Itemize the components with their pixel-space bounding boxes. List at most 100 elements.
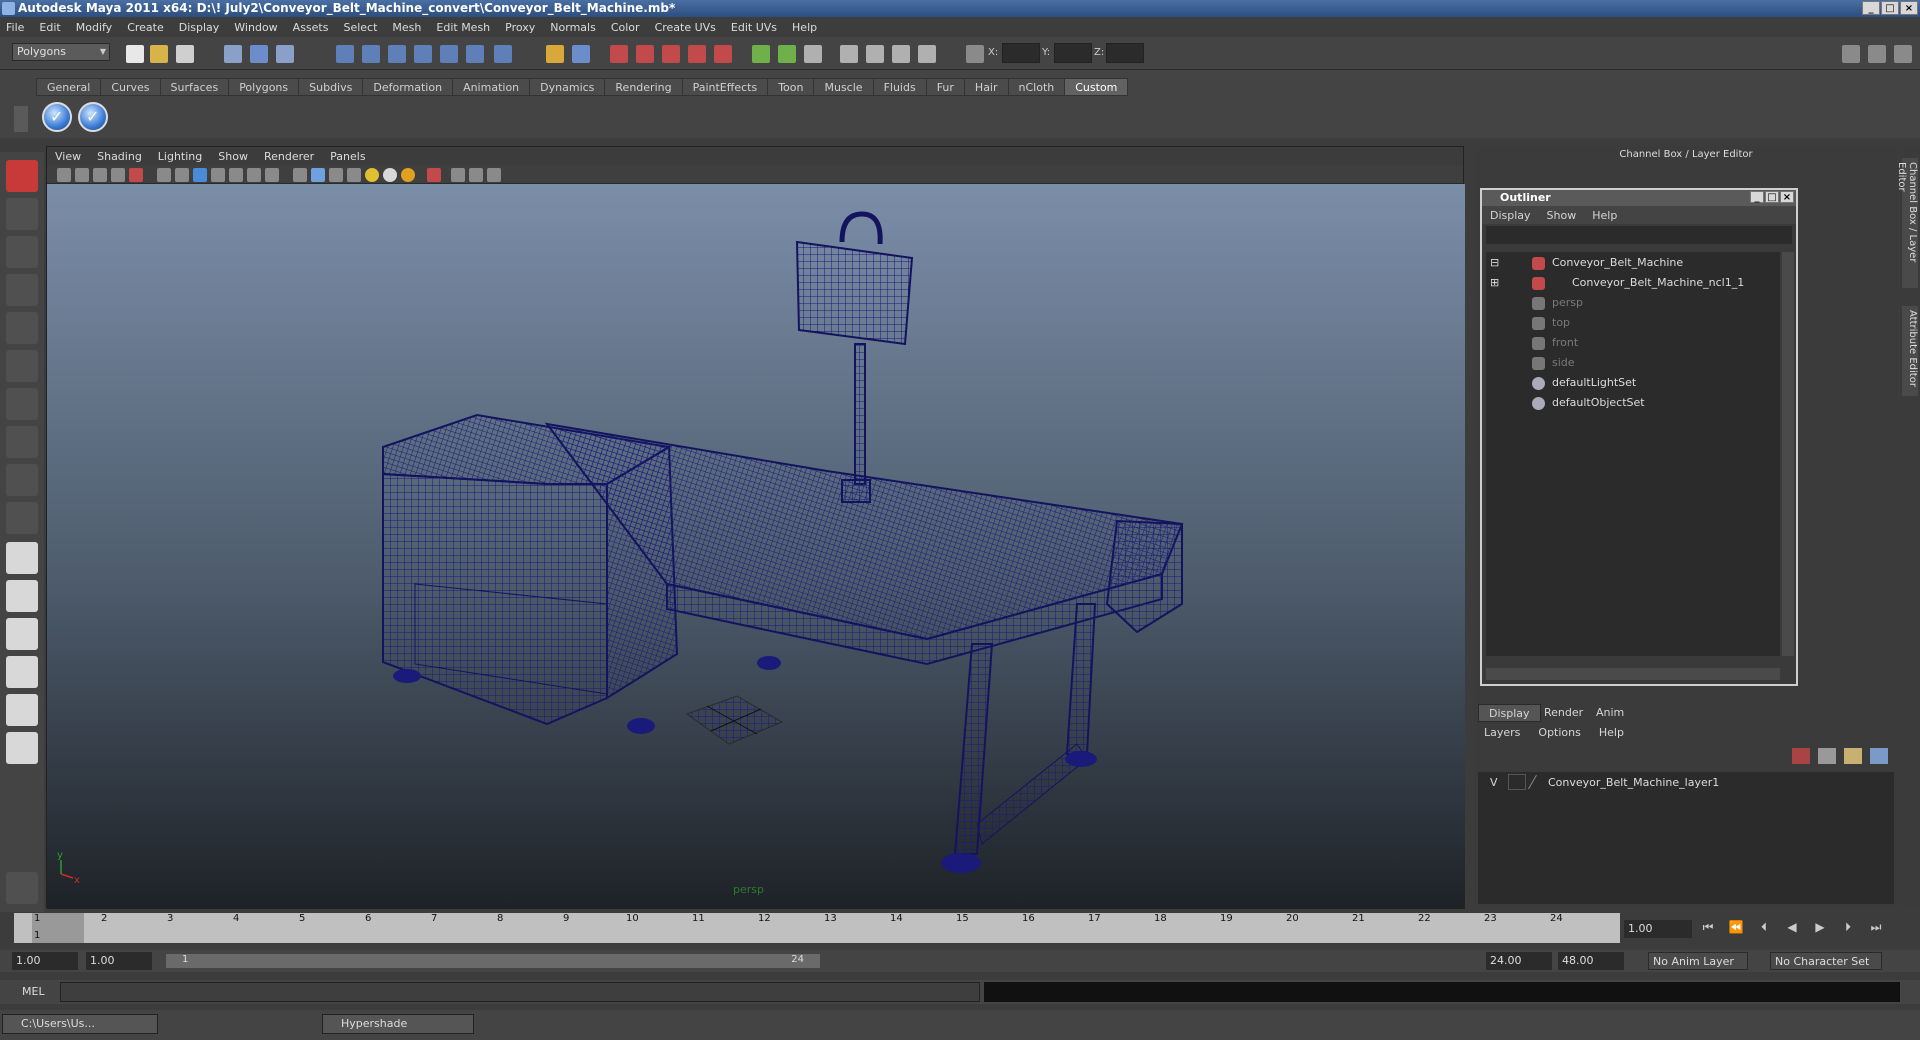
- x-input[interactable]: [1002, 43, 1040, 63]
- safe-title-icon[interactable]: [265, 168, 279, 182]
- layout-single-icon[interactable]: [1842, 45, 1860, 63]
- gate-mask-icon[interactable]: [211, 168, 225, 182]
- construction-history-icon[interactable]: [546, 45, 564, 63]
- viewport-menu-panels[interactable]: Panels: [330, 150, 365, 163]
- channel-box-toggle-icon[interactable]: [778, 45, 796, 63]
- film-gate-icon[interactable]: [175, 168, 189, 182]
- z-input[interactable]: [1106, 43, 1144, 63]
- outliner-horizontal-scrollbar[interactable]: [1486, 668, 1780, 680]
- safe-action-icon[interactable]: [247, 168, 261, 182]
- persp-graph-layout-icon[interactable]: [6, 656, 38, 688]
- menuset-dropdown[interactable]: Polygons: [12, 43, 110, 61]
- minimize-button[interactable]: _: [1862, 1, 1880, 15]
- all-lights-icon[interactable]: [383, 168, 397, 182]
- shelf-tab-polygons[interactable]: Polygons: [228, 78, 300, 96]
- menu-display[interactable]: Display: [179, 21, 220, 34]
- wireframe-icon[interactable]: [293, 168, 307, 182]
- layout-four-icon[interactable]: [1868, 45, 1886, 63]
- step-forward-key-icon[interactable]: ⏵: [1838, 920, 1858, 938]
- select-tool-icon[interactable]: [6, 160, 38, 192]
- menu-normals[interactable]: Normals: [550, 21, 596, 34]
- absolute-transform-icon[interactable]: [966, 45, 984, 63]
- menu-help[interactable]: Help: [792, 21, 817, 34]
- select-object-icon[interactable]: [250, 45, 268, 63]
- side-tab-attribute-editor[interactable]: Attribute Editor: [1902, 306, 1918, 396]
- shelf-tab-painteffects[interactable]: PaintEffects: [681, 78, 769, 96]
- time-slider[interactable]: 1 1 2 3 4 5 6 7 8 9 10 11 12 13 14 15 16…: [14, 913, 1620, 943]
- camera-select-icon[interactable]: [75, 168, 89, 182]
- play-backward-icon[interactable]: ◀: [1782, 920, 1802, 938]
- menu-edit-uvs[interactable]: Edit UVs: [731, 21, 777, 34]
- layer-sort-icon[interactable]: [1844, 748, 1862, 764]
- render-view-icon[interactable]: [688, 45, 706, 63]
- step-back-key-icon[interactable]: ⏴: [1754, 920, 1774, 938]
- step-back-icon[interactable]: ⏪: [1726, 920, 1746, 938]
- grid-icon[interactable]: [157, 168, 171, 182]
- menu-select[interactable]: Select: [343, 21, 377, 34]
- menu-color[interactable]: Color: [611, 21, 640, 34]
- anim-layer-dropdown[interactable]: No Anim Layer: [1648, 952, 1748, 970]
- layer-tab-anim[interactable]: Anim: [1586, 704, 1634, 722]
- new-layer-icon[interactable]: [1792, 748, 1810, 764]
- menu-proxy[interactable]: Proxy: [505, 21, 535, 34]
- menu-edit-mesh[interactable]: Edit Mesh: [436, 21, 490, 34]
- menu-window[interactable]: Window: [234, 21, 277, 34]
- graph-editor-icon[interactable]: [892, 45, 910, 63]
- layer-color-swatch[interactable]: [1528, 774, 1537, 790]
- outliner-icon[interactable]: [866, 45, 884, 63]
- layer-tab-display[interactable]: Display: [1478, 704, 1541, 722]
- shelf-tab-hair[interactable]: Hair: [963, 78, 1009, 96]
- ipr-render-icon[interactable]: [610, 45, 628, 63]
- persp-outliner-layout-icon[interactable]: [6, 618, 38, 650]
- image-plane-icon[interactable]: [111, 168, 125, 182]
- wireframe-on-shaded-icon[interactable]: [329, 168, 343, 182]
- shelf-tab-toon[interactable]: Toon: [767, 78, 815, 96]
- outliner-vertical-scrollbar[interactable]: [1782, 252, 1794, 656]
- outliner-menu-display[interactable]: Display: [1490, 209, 1531, 222]
- make-live-icon[interactable]: [440, 45, 458, 63]
- menu-file[interactable]: File: [6, 21, 24, 34]
- maximize-button[interactable]: □: [1881, 1, 1899, 15]
- outliner-minimize-button[interactable]: _: [1750, 191, 1764, 203]
- tool-settings-icon[interactable]: [804, 45, 822, 63]
- viewport-menu-show[interactable]: Show: [218, 150, 248, 163]
- menu-mesh[interactable]: Mesh: [392, 21, 421, 34]
- rotate-tool-icon[interactable]: [6, 312, 38, 344]
- new-layer-selected-icon[interactable]: [1818, 748, 1836, 764]
- shelf-tab-fluids[interactable]: Fluids: [872, 78, 927, 96]
- layer-tab-render[interactable]: Render: [1534, 704, 1593, 722]
- y-input[interactable]: [1054, 43, 1092, 63]
- snap-grid-icon[interactable]: [336, 45, 354, 63]
- save-scene-icon[interactable]: [176, 45, 194, 63]
- help-icon[interactable]: [494, 45, 512, 63]
- shelf-tab-general[interactable]: General: [36, 78, 102, 96]
- xray-icon[interactable]: [427, 168, 441, 182]
- layer-visibility-toggle[interactable]: V: [1490, 776, 1498, 789]
- textured-icon[interactable]: [347, 168, 361, 182]
- viewport-menu-renderer[interactable]: Renderer: [264, 150, 314, 163]
- render-globals-icon[interactable]: [714, 45, 732, 63]
- bookmarks-icon[interactable]: [93, 168, 107, 182]
- side-tab-channel-box[interactable]: Channel Box / Layer Editor: [1896, 158, 1918, 288]
- default-light-icon[interactable]: [365, 168, 379, 182]
- outliner-close-button[interactable]: ×: [1780, 191, 1794, 203]
- high-quality-icon[interactable]: [487, 168, 501, 182]
- character-set-dropdown[interactable]: No Character Set: [1770, 952, 1882, 970]
- snap-plane-icon[interactable]: [414, 45, 432, 63]
- last-tool-icon[interactable]: [6, 502, 38, 534]
- minimized-window-1[interactable]: C:\Users\Us...: [2, 1014, 158, 1034]
- mel-label[interactable]: MEL: [22, 985, 45, 998]
- go-to-start-icon[interactable]: ⏮: [1698, 920, 1718, 938]
- shelf-tab-custom[interactable]: Custom: [1064, 78, 1129, 96]
- render-current-icon[interactable]: [572, 45, 590, 63]
- viewport-menu-shading[interactable]: Shading: [97, 150, 142, 163]
- persp-hypershade-layout-icon[interactable]: [6, 694, 38, 726]
- viewport-menu-view[interactable]: View: [55, 150, 81, 163]
- viewport-panel[interactable]: View Shading Lighting Show Renderer Pane…: [46, 146, 1465, 909]
- playback-start-field[interactable]: 1.00: [86, 952, 152, 970]
- persp-graph-hyper-layout-icon[interactable]: [6, 732, 38, 764]
- move-tool-icon[interactable]: [6, 274, 38, 306]
- lasso-tool-icon[interactable]: [6, 198, 38, 230]
- menu-modify[interactable]: Modify: [76, 21, 112, 34]
- shelf-tab-muscle[interactable]: Muscle: [813, 78, 874, 96]
